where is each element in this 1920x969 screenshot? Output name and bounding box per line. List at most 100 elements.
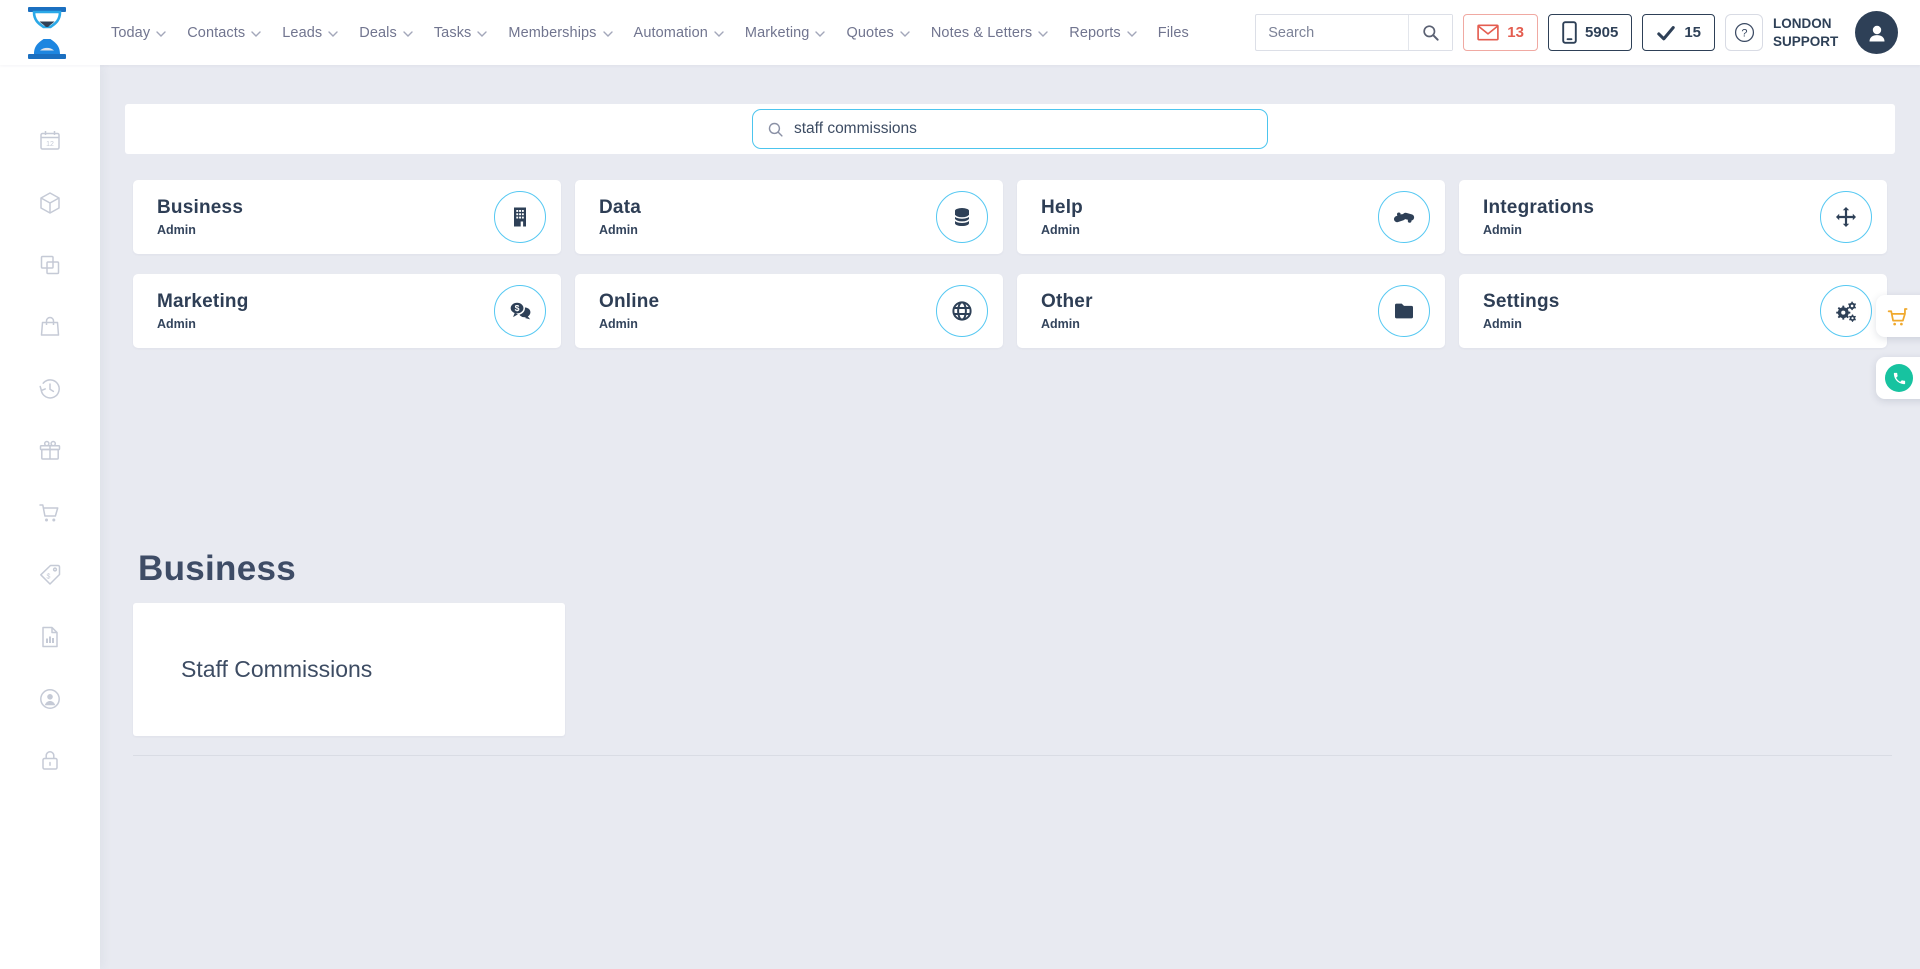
sidebar-item-history[interactable] [0, 358, 100, 420]
nav-label: Deals [359, 24, 397, 41]
person-icon [1869, 25, 1884, 41]
card-title: Business [157, 197, 244, 218]
sidebar-item-package[interactable] [0, 172, 100, 234]
question-mark-icon: ? [1734, 22, 1754, 43]
app-logo-hourglass-icon[interactable] [27, 6, 67, 59]
svg-text:$: $ [515, 303, 520, 313]
sidebar-item-report[interactable] [0, 606, 100, 668]
nav-item-leads[interactable]: Leads [282, 25, 338, 41]
sidebar-item-calendar[interactable]: 12 [0, 110, 100, 172]
search-icon [768, 122, 783, 137]
move-arrows-icon [1836, 207, 1856, 227]
messages-count: 13 [1507, 24, 1524, 41]
card-title: Online [599, 291, 660, 312]
handshake-icon [1393, 212, 1415, 223]
user-name: LONDON SUPPORT [1773, 15, 1839, 49]
admin-search-box [752, 109, 1268, 149]
sidebar-item-gift[interactable] [0, 420, 100, 482]
nav-item-files[interactable]: Files [1158, 25, 1189, 41]
header-search-group [1255, 14, 1454, 51]
lock-icon [42, 751, 58, 770]
admin-search-toolbar [125, 104, 1895, 154]
building-icon [514, 207, 526, 227]
help-button[interactable]: ? [1725, 14, 1763, 51]
chevron-down-icon [900, 30, 910, 37]
globe-icon [952, 301, 972, 321]
nav-item-tasks[interactable]: Tasks [434, 25, 488, 41]
admin-card-grid: Business Admin Data Admin Help Admin Integr… [133, 180, 1887, 348]
price-tag-icon: $ [40, 564, 61, 585]
card-subtitle: Admin [157, 317, 196, 331]
chevron-down-icon [602, 30, 613, 37]
chevron-down-icon [1038, 30, 1048, 37]
nav-item-today[interactable]: Today [111, 25, 166, 41]
chevron-down-icon [403, 30, 413, 37]
calls-badge-button[interactable]: 5905 [1547, 14, 1633, 51]
admin-card-data[interactable]: Data Admin [575, 180, 1003, 254]
database-icon [954, 208, 970, 226]
messages-badge-button[interactable]: 13 [1463, 14, 1538, 51]
nav-item-contacts[interactable]: Contacts [187, 25, 261, 41]
floating-cart-button[interactable] [1876, 295, 1920, 337]
floating-phone-button[interactable] [1876, 357, 1920, 399]
sidebar-item-cart[interactable] [0, 482, 100, 544]
chevron-down-icon [156, 30, 166, 37]
calendar-icon: 12 [40, 131, 60, 150]
main-content: Business Admin Data Admin Help Admin Integr… [100, 65, 1920, 969]
nav-item-reports[interactable]: Reports [1069, 25, 1137, 41]
nav-item-notes-letters[interactable]: Notes & Letters [931, 25, 1048, 41]
section-divider [133, 755, 1892, 756]
chevron-down-icon [1127, 30, 1137, 37]
nav-label: Files [1157, 24, 1189, 41]
nav-item-automation[interactable]: Automation [634, 25, 724, 41]
top-header: Today Contacts Leads Deals Tasks Members… [0, 0, 1920, 65]
admin-search-input[interactable] [794, 120, 1253, 138]
admin-card-business[interactable]: Business Admin [133, 180, 561, 254]
checkmark-icon [1657, 25, 1676, 40]
header-search-button[interactable] [1408, 15, 1453, 50]
sidebar-item-shopping-bag[interactable] [0, 296, 100, 358]
nav-item-marketing[interactable]: Marketing [745, 25, 826, 41]
nav-label: Contacts [187, 24, 246, 41]
sidebar-item-price-tag[interactable]: $ [0, 544, 100, 606]
admin-card-settings[interactable]: Settings Admin [1459, 274, 1887, 348]
nav-item-deals[interactable]: Deals [359, 25, 413, 41]
nav-item-memberships[interactable]: Memberships [508, 25, 613, 41]
header-search-input[interactable] [1256, 15, 1409, 50]
card-title: Data [599, 197, 641, 218]
card-title: Integrations [1483, 197, 1595, 218]
sidebar-item-account[interactable] [0, 668, 100, 730]
user-avatar[interactable] [1855, 11, 1898, 54]
chevron-down-icon [251, 30, 261, 37]
phone-icon [1893, 372, 1905, 384]
admin-card-marketing[interactable]: Marketing Admin $ [133, 274, 561, 348]
admin-card-integrations[interactable]: Integrations Admin [1459, 180, 1887, 254]
calls-count: 5905 [1584, 24, 1619, 41]
card-title: Settings [1483, 291, 1560, 312]
tasks-count: 15 [1684, 24, 1701, 41]
admin-card-online[interactable]: Online Admin [575, 274, 1003, 348]
cart-icon [1887, 307, 1908, 325]
admin-card-help[interactable]: Help Admin [1017, 180, 1445, 254]
nav-label: Marketing [744, 24, 810, 41]
nav-label: Automation [633, 24, 708, 41]
admin-card-other[interactable]: Other Admin [1017, 274, 1445, 348]
report-icon [42, 626, 58, 648]
tasks-badge-button[interactable]: 15 [1642, 14, 1715, 51]
nav-item-quotes[interactable]: Quotes [846, 25, 910, 41]
sidebar-item-pages[interactable] [0, 234, 100, 296]
chevron-down-icon [815, 30, 826, 37]
result-item-label: Staff Commissions [181, 656, 373, 682]
card-subtitle: Admin [1041, 317, 1080, 331]
svg-text:?: ? [1741, 28, 1747, 40]
sidebar-item-lock[interactable] [0, 730, 100, 792]
svg-text:$: $ [47, 574, 51, 581]
envelope-icon [1477, 24, 1499, 41]
chat-dollar-icon: $ [509, 301, 531, 320]
nav-label: Today [111, 24, 151, 41]
chevron-down-icon [714, 30, 724, 37]
result-item-staff-commissions[interactable]: Staff Commissions [133, 603, 565, 736]
pages-icon [40, 255, 60, 275]
nav-label: Notes & Letters [930, 24, 1033, 41]
chevron-down-icon [328, 30, 338, 37]
